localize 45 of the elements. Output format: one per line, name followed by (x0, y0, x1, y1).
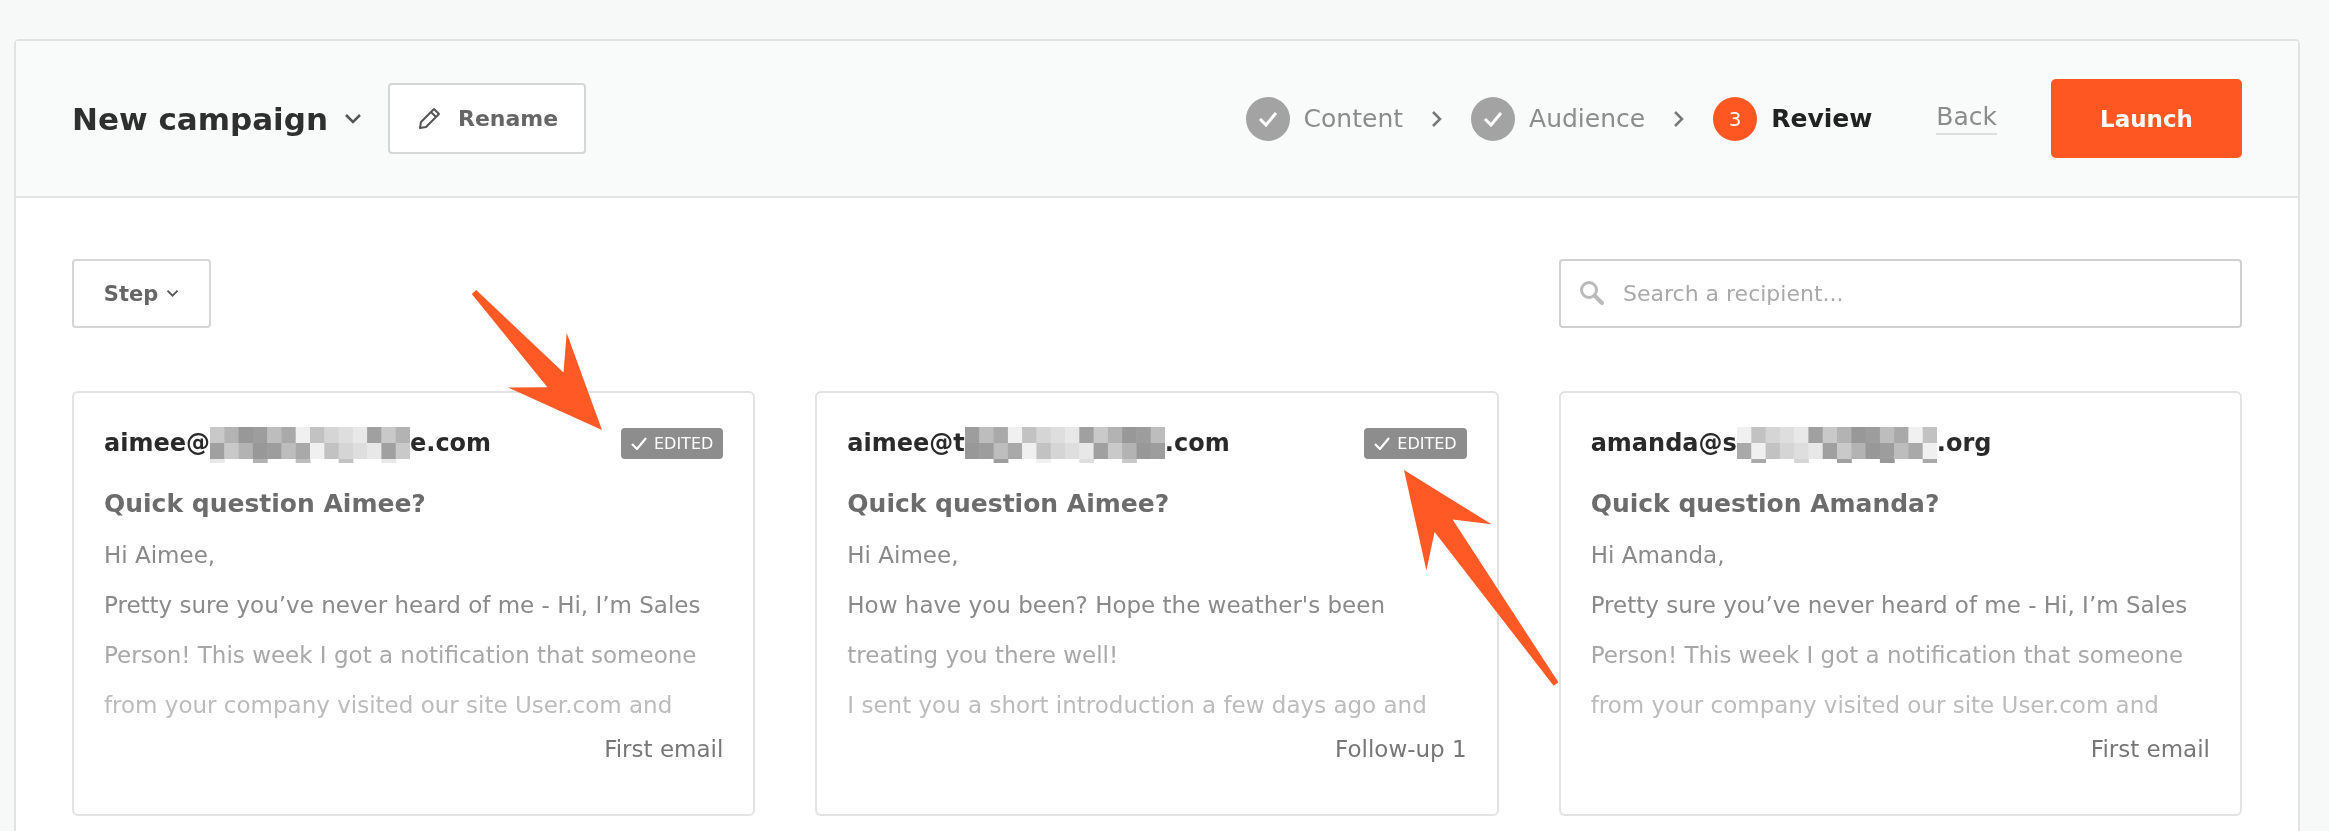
sequence-step-label: First email (604, 736, 724, 762)
step-label[interactable]: Review (1771, 104, 1873, 133)
email-body-line: Hi Aimee, (104, 541, 217, 570)
step-label[interactable]: Audience (1529, 104, 1646, 133)
launch-button[interactable]: Launch (2051, 79, 2242, 158)
email-body-line: How have you been? Hope the weather's been (847, 591, 1386, 620)
email-subject: Quick question Aimee? (847, 489, 1171, 518)
caret-icon (344, 112, 362, 125)
email-body-line: I sent you a short introduction a few days ago and (847, 691, 1428, 720)
email-text: e.com (410, 429, 492, 457)
edited-badge: EDITED (1364, 427, 1467, 459)
search-icon (1579, 280, 1605, 306)
email-body-line: Hi Aimee, (847, 541, 960, 570)
email-body-line: from your company visited our site User.com and (104, 691, 674, 720)
email-subject: Quick question Aimee? (104, 489, 427, 518)
chevron-icon (1431, 109, 1444, 128)
email-body-line: Person! This week I got a notification that someone (1590, 641, 2185, 670)
email-text: aimee@t (847, 429, 965, 457)
email-body-line: Person! This week I got a notification that someone (104, 641, 698, 670)
email-card[interactable] (72, 391, 756, 816)
email-subject: Quick question Amanda? (1590, 489, 1941, 518)
email-body-line: Pretty sure you’ve never heard of me - Hi, I’m Sales (1590, 591, 2189, 620)
step-filter-dropdown[interactable]: Step (72, 259, 211, 328)
email-body-line: treating you there well! (847, 641, 1120, 670)
rename-button[interactable]: Rename (388, 83, 587, 154)
caret-icon (166, 289, 180, 298)
campaign-title: New campaign (72, 100, 328, 137)
email-card[interactable] (1558, 391, 2242, 816)
email-body-line: Hi Amanda, (1590, 541, 1726, 570)
sequence-step-label: First email (2090, 736, 2210, 762)
search-field[interactable]: Search a recipient... (1559, 259, 2242, 328)
email-text: amanda@s (1590, 429, 1737, 457)
pencil-icon (416, 105, 442, 132)
step-label[interactable]: Content (1303, 104, 1404, 133)
back-link[interactable]: Back (1936, 102, 1997, 135)
email-body-line: Pretty sure you’ve never heard of me - Hi, I’m Sales (104, 591, 702, 620)
sequence-step-label: Follow-up 1 (1335, 736, 1467, 762)
email-card[interactable]: aimee@t .com EDITED Quick question Aimee? Hi Aimee, How have you been? Hope the weather's been treating you there well! I sent you a short introduction a few days ago and Follow-up 1 (815, 391, 1499, 816)
step-number: 3 (1713, 96, 1758, 141)
email-body-line: from your company visited our site User.com and (1590, 691, 2160, 720)
chevron-icon (1673, 109, 1686, 128)
edited-badge: EDITED (620, 427, 724, 459)
email-text: .com (1164, 429, 1230, 457)
email-text: aimee@ (104, 429, 210, 457)
email-text: .org (1936, 429, 1992, 457)
